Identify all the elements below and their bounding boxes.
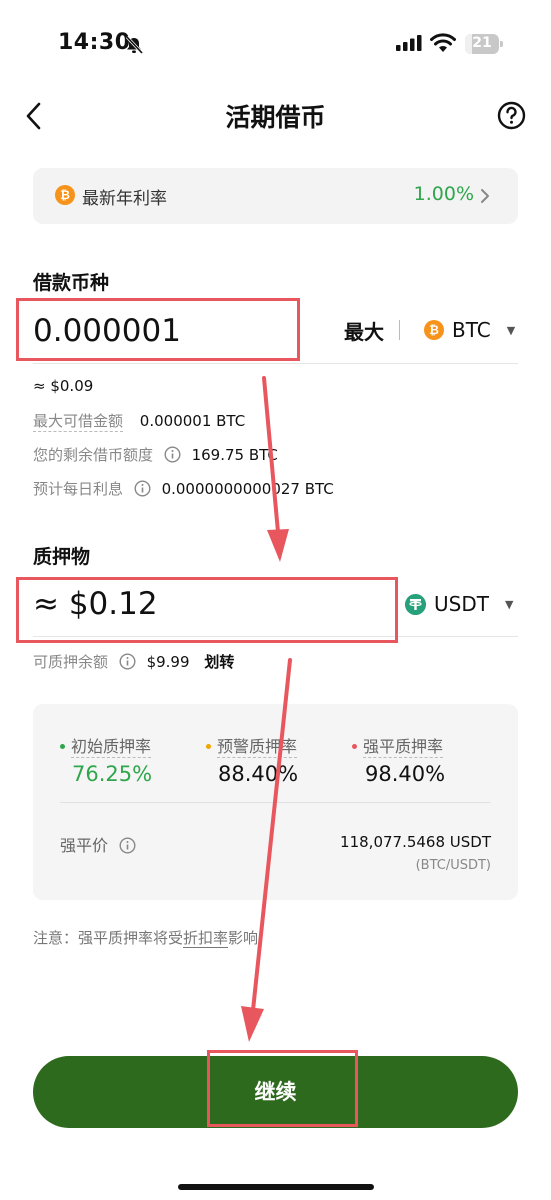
arrow-head <box>241 1006 264 1042</box>
info-icon[interactable] <box>164 446 181 463</box>
discount-rate-link[interactable]: 折扣率 <box>183 929 229 948</box>
borrow-coin-label: BTC <box>452 318 491 342</box>
status-dot <box>352 744 357 749</box>
info-icon[interactable] <box>119 653 136 670</box>
borrow-section-title: 借款币种 <box>33 272 110 294</box>
status-dot <box>206 744 211 749</box>
daily-interest-value: 0.0000000000027 BTC <box>161 480 334 498</box>
max-button[interactable]: 最大 <box>344 316 384 345</box>
divider <box>399 320 400 340</box>
warning-ltv-value: 88.40% <box>218 762 299 786</box>
page-title: 活期借币 <box>225 103 326 132</box>
discount-note: 注意：强平质押率将受折扣率影响 <box>33 929 259 948</box>
arrow-head <box>267 529 289 562</box>
transfer-link[interactable]: 划转 <box>204 653 234 671</box>
collateral-section-title: 质押物 <box>33 546 91 568</box>
warning-ltv-label: 预警质押率 <box>206 733 298 758</box>
btc-coin-icon: ₿ <box>424 320 444 340</box>
highlight-box-continue <box>207 1050 358 1127</box>
borrow-input-underline <box>33 363 518 364</box>
card-divider <box>60 802 491 803</box>
help-icon[interactable] <box>497 101 526 130</box>
highlight-box-collateral-amount <box>16 577 398 643</box>
available-collateral-value: $9.99 <box>146 653 190 671</box>
home-indicator <box>178 1184 374 1190</box>
available-collateral-label: 可质押余额 <box>33 653 109 671</box>
initial-ltv-label: 初始质押率 <box>60 733 152 758</box>
highlight-box-borrow-amount <box>16 298 300 361</box>
daily-interest-row: 预计每日利息 0.0000000000027 BTC <box>33 478 334 499</box>
max-borrow-label: 最大可借金额 <box>33 412 124 432</box>
borrow-coin-select[interactable]: ₿ BTC ▼ <box>424 318 515 342</box>
info-icon[interactable] <box>119 837 136 854</box>
cellular-signal-icon <box>396 35 422 51</box>
remaining-quota-label: 您的剩余借币额度 <box>33 446 154 464</box>
initial-ltv-value: 76.25% <box>72 762 153 786</box>
remaining-quota-value: 169.75 BTC <box>191 446 278 464</box>
caret-down-icon: ▼ <box>504 597 514 611</box>
btc-coin-icon: ₿ <box>55 185 75 205</box>
status-time: 14:30 <box>58 30 131 55</box>
chevron-right-icon <box>481 189 489 203</box>
info-icon[interactable] <box>134 480 151 497</box>
status-dot <box>60 744 65 749</box>
battery-icon: 21 <box>465 34 503 54</box>
borrow-usd-value: ≈ $0.09 <box>33 377 94 395</box>
liquidation-price-label: 强平价 <box>60 836 109 855</box>
liquidation-ltv-value: 98.40% <box>365 762 446 786</box>
rate-value: 1.00% <box>413 183 474 205</box>
collateral-coin-select[interactable]: USDT ▼ <box>405 592 513 616</box>
available-collateral-row: 可质押余额 $9.99 划转 <box>33 651 234 672</box>
liquidation-price-value: 118,077.5468 USDT <box>340 833 491 851</box>
wifi-icon <box>430 33 456 52</box>
usdt-coin-icon <box>405 593 426 615</box>
daily-interest-label: 预计每日利息 <box>33 480 124 498</box>
max-borrow-row: 最大可借金额 0.000001 BTC <box>33 410 246 432</box>
liquidation-price-row: 强平价 <box>60 832 136 856</box>
liquidation-ltv-label: 强平质押率 <box>352 733 444 758</box>
remaining-quota-row: 您的剩余借币额度 169.75 BTC <box>33 444 278 465</box>
liquidation-price-pair: (BTC/USDT) <box>415 858 491 873</box>
rate-label: 最新年利率 <box>82 189 167 209</box>
caret-down-icon: ▼ <box>506 323 516 337</box>
collateral-coin-label: USDT <box>434 592 489 616</box>
battery-level: 21 <box>472 35 492 51</box>
bell-muted-icon <box>125 36 144 54</box>
max-borrow-value: 0.000001 BTC <box>139 412 246 430</box>
